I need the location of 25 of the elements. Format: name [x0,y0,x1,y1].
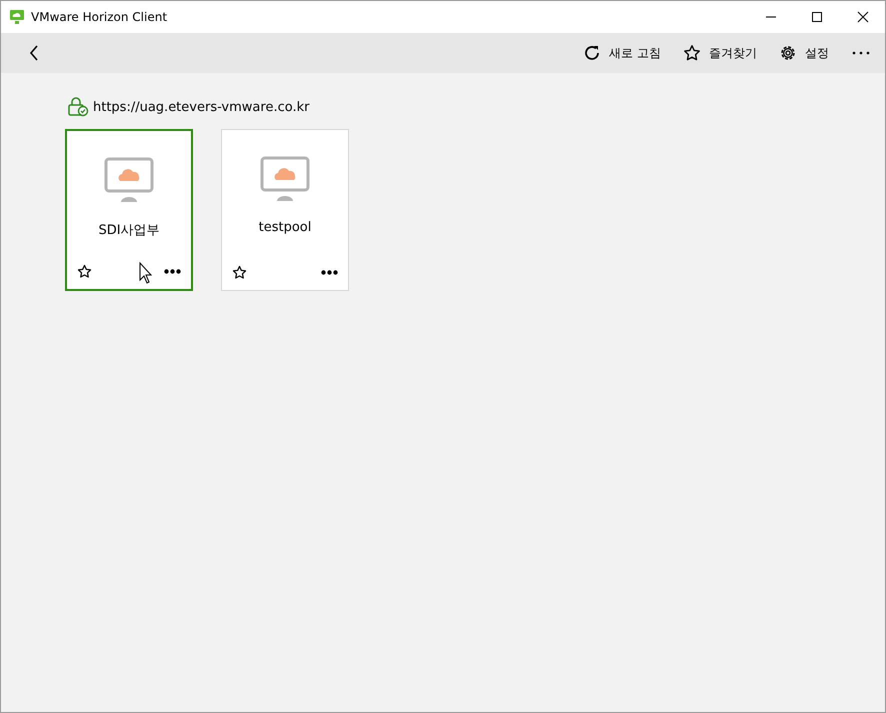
pool-name: SDI사업부 [98,222,160,239]
secure-lock-icon [67,97,89,117]
pool-name: testpool [258,220,312,235]
more-icon[interactable] [321,270,338,275]
favorite-star-icon[interactable] [77,264,92,279]
desktop-pool-card[interactable]: testpool [221,129,349,291]
close-icon[interactable] [857,11,869,23]
maximize-icon[interactable] [811,11,823,23]
window-title: VMware Horizon Client [31,10,168,24]
refresh-button[interactable]: 새로 고침 [583,44,661,62]
more-icon[interactable] [851,50,871,56]
refresh-icon [583,44,602,62]
desktop-pool-card[interactable]: SDI사업부 [65,129,193,291]
mouse-cursor-icon [139,262,153,284]
more-icon[interactable] [164,269,181,274]
app-logo-icon [9,9,25,25]
desktop-icon [104,157,154,203]
favorite-star-icon[interactable] [232,265,247,280]
back-icon[interactable] [28,44,40,62]
settings-icon [779,44,797,62]
star-icon [683,44,701,62]
favorites-button[interactable]: 즐겨찾기 [683,44,757,62]
desktop-icon [260,156,310,202]
settings-button[interactable]: 설정 [779,44,829,62]
server-url: https://uag.etevers-vmware.co.kr [93,100,310,114]
